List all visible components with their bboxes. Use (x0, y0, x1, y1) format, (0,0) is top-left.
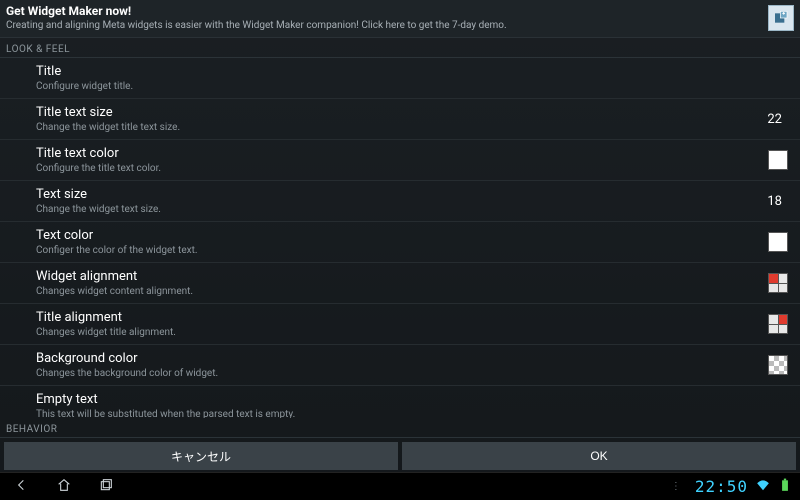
row-background-color[interactable]: Background color Changes the background … (0, 345, 800, 386)
title-align-icon (768, 314, 788, 334)
row-empty-text[interactable]: Empty text This text will be substituted… (0, 386, 800, 418)
row-title-align-label: Title alignment (36, 310, 768, 325)
row-text-size-value: 18 (759, 194, 790, 209)
ok-button[interactable]: OK (402, 442, 796, 470)
row-empty-text-label: Empty text (36, 392, 790, 407)
widget-align-icon (768, 273, 788, 293)
recent-apps-icon[interactable] (98, 477, 114, 497)
row-bg-color-label: Background color (36, 351, 768, 366)
cancel-button[interactable]: キャンセル (4, 442, 398, 470)
button-bar: キャンセル OK (0, 438, 800, 472)
clock[interactable]: 22:50 (695, 477, 748, 496)
settings-screen: Get Widget Maker now! Creating and align… (0, 0, 800, 500)
row-text-color-sub: Configer the color of the widget text. (36, 245, 768, 256)
promo-app-icon (768, 5, 794, 31)
section-look-feel: LOOK & FEEL (0, 38, 800, 58)
row-bg-color-sub: Changes the background color of widget. (36, 368, 768, 379)
row-text-size[interactable]: Text size Change the widget text size. 1… (0, 181, 800, 222)
row-title-text-color[interactable]: Title text color Configure the title tex… (0, 140, 800, 181)
row-title-align-sub: Changes widget title alignment. (36, 327, 768, 338)
notification-dots-icon[interactable]: ⋮ (671, 481, 681, 492)
row-title-size-label: Title text size (36, 105, 759, 120)
row-title-alignment[interactable]: Title alignment Changes widget title ali… (0, 304, 800, 345)
row-widget-alignment[interactable]: Widget alignment Changes widget content … (0, 263, 800, 304)
title-color-swatch (768, 150, 788, 170)
row-widget-align-label: Widget alignment (36, 269, 768, 284)
row-text-size-label: Text size (36, 187, 759, 202)
back-icon[interactable] (14, 477, 30, 497)
row-title-text-size[interactable]: Title text size Change the widget title … (0, 99, 800, 140)
row-title-color-label: Title text color (36, 146, 768, 161)
settings-list[interactable]: Title Configure widget title. Title text… (0, 58, 800, 418)
row-text-color[interactable]: Text color Configer the color of the wid… (0, 222, 800, 263)
row-title-color-sub: Configure the title text color. (36, 163, 768, 174)
home-icon[interactable] (56, 477, 72, 497)
row-text-size-sub: Change the widget text size. (36, 204, 759, 215)
row-title-size-value: 22 (759, 112, 790, 127)
promo-banner[interactable]: Get Widget Maker now! Creating and align… (0, 0, 800, 38)
battery-icon[interactable] (778, 477, 792, 496)
bg-color-swatch (768, 355, 788, 375)
promo-text: Get Widget Maker now! Creating and align… (6, 4, 760, 31)
row-title[interactable]: Title Configure widget title. (0, 58, 800, 99)
promo-subtitle: Creating and aligning Meta widgets is ea… (6, 20, 760, 31)
row-text-color-label: Text color (36, 228, 768, 243)
row-title-sub: Configure widget title. (36, 81, 790, 92)
text-color-swatch (768, 232, 788, 252)
row-title-label: Title (36, 64, 790, 79)
row-empty-text-sub: This text will be substituted when the p… (36, 409, 790, 418)
row-widget-align-sub: Changes widget content alignment. (36, 286, 768, 297)
row-title-size-sub: Change the widget title text size. (36, 122, 759, 133)
system-navbar: ⋮ 22:50 (0, 472, 800, 500)
promo-title: Get Widget Maker now! (6, 4, 760, 18)
wifi-icon[interactable] (756, 477, 770, 496)
section-behavior: BEHAVIOR (0, 418, 800, 438)
